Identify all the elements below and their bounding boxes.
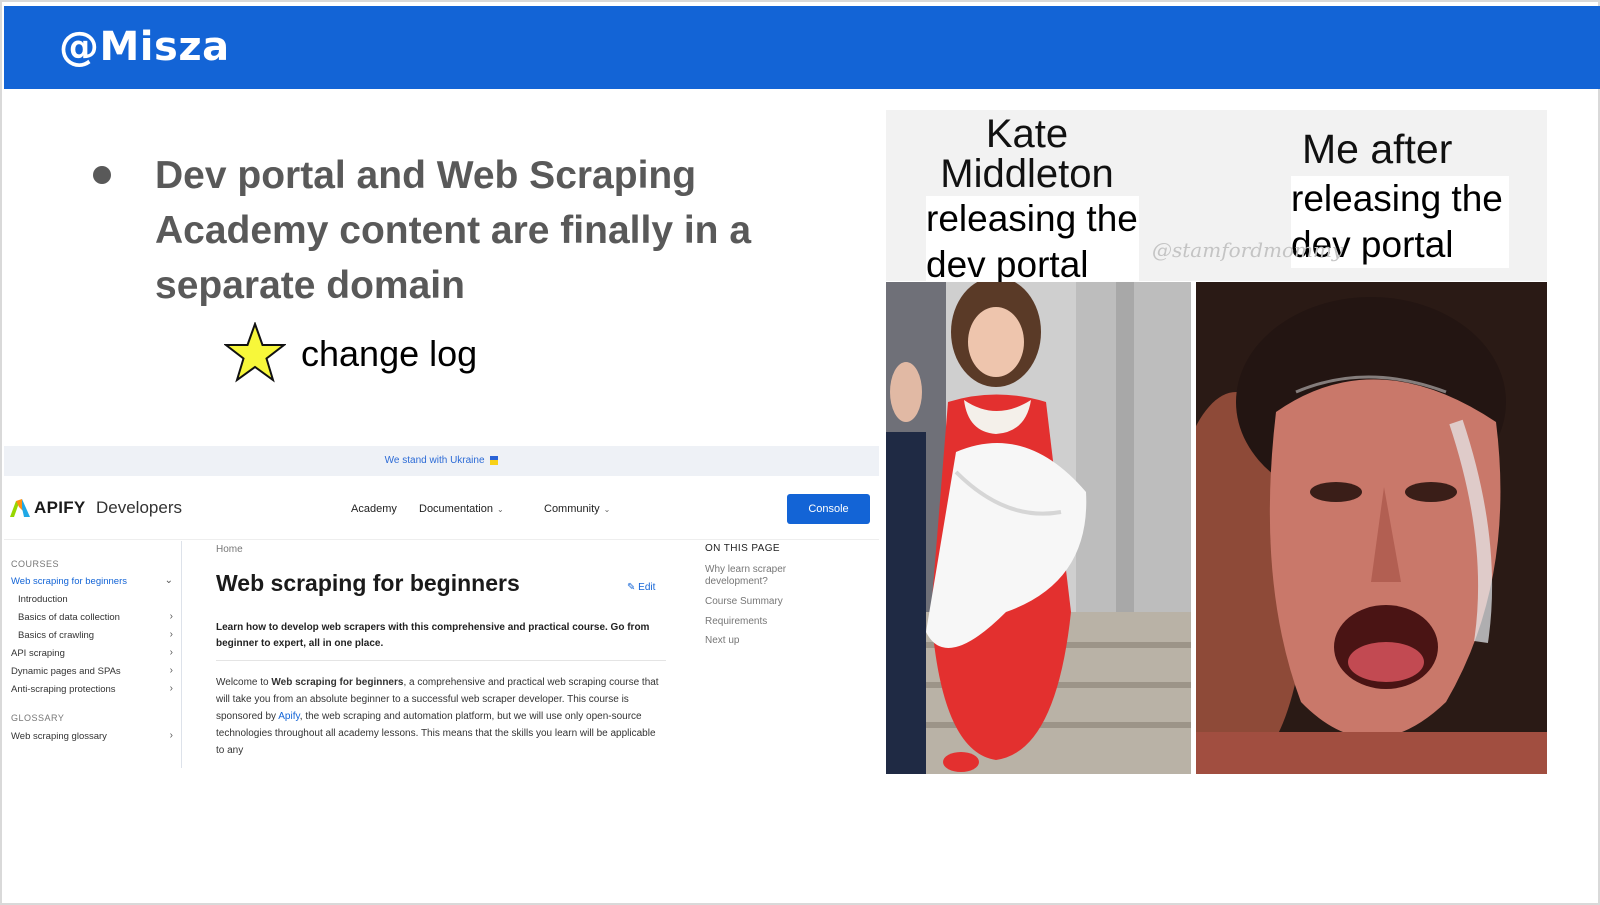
nav-documentation[interactable]: Documentation ⌄ xyxy=(419,503,504,515)
chevron-down-icon: ⌄ xyxy=(497,505,504,514)
edit-link[interactable]: ✎ Edit xyxy=(627,582,655,593)
banner-text[interactable]: We stand with Ukraine xyxy=(385,455,485,466)
sidebar-item-label: Basics of crawling xyxy=(18,630,95,641)
kate-photo xyxy=(886,282,1191,774)
logo-brand[interactable]: APIFY xyxy=(34,498,86,518)
sidebar-item-introduction[interactable]: Introduction xyxy=(18,594,173,605)
sidebar-item-label: Introduction xyxy=(18,594,68,605)
nav-community[interactable]: Community ⌄ xyxy=(544,503,610,515)
apify-logo-icon[interactable] xyxy=(9,498,31,518)
site-navbar: APIFY Developers Academy Documentation ⌄ … xyxy=(4,476,879,540)
chevron-right-icon: › xyxy=(169,611,173,622)
body-text-1: Welcome to xyxy=(216,677,272,688)
nav-academy[interactable]: Academy xyxy=(351,503,397,515)
sidebar-item-dynamic-pages[interactable]: Dynamic pages and SPAs › xyxy=(11,665,173,677)
body-bold-course: Web scraping for beginners xyxy=(271,677,404,688)
body-paragraph: Welcome to Web scraping for beginners, a… xyxy=(216,674,666,759)
meme-image: Kate Middleton releasing the dev portal … xyxy=(886,110,1547,774)
toc-item-requirements[interactable]: Requirements xyxy=(705,616,835,628)
nav-academy-label: Academy xyxy=(351,503,397,515)
apify-site-screenshot: We stand with Ukraine APIFY Developers A… xyxy=(4,446,879,768)
sidebar-item-label: Basics of data collection xyxy=(18,612,120,623)
nav-documentation-label: Documentation xyxy=(419,503,493,515)
chevron-right-icon: › xyxy=(169,629,173,640)
toc-heading: ON THIS PAGE xyxy=(705,543,781,554)
sidebar-item-label: Web scraping glossary xyxy=(11,731,107,742)
sidebar-item-label: Web scraping for beginners xyxy=(11,576,127,587)
sidebar-item-web-scraping-beginners[interactable]: Web scraping for beginners ⌄ xyxy=(11,575,173,587)
page-title: Web scraping for beginners xyxy=(216,570,520,596)
rocky-photo xyxy=(1196,282,1547,774)
star-icon xyxy=(224,322,286,383)
changelog-text: change log xyxy=(301,333,478,374)
edit-icon: ✎ xyxy=(627,582,636,593)
sidebar-heading-courses: COURSES xyxy=(11,559,60,569)
lead-paragraph: Learn how to develop web scrapers with t… xyxy=(216,622,650,649)
sidebar: COURSES Web scraping for beginners ⌄ Intr… xyxy=(4,541,182,768)
sidebar-item-label: API scraping xyxy=(11,648,65,659)
sidebar-item-glossary[interactable]: Web scraping glossary › xyxy=(11,730,173,742)
chevron-down-icon: ⌄ xyxy=(603,505,611,514)
sidebar-item-label: Anti-scraping protections xyxy=(11,684,116,695)
meme-me-caption: Me after xyxy=(1302,126,1453,172)
sidebar-item-label: Dynamic pages and SPAs xyxy=(11,666,121,677)
meme-left-caption: releasing the dev portal xyxy=(926,196,1139,288)
edit-label: Edit xyxy=(638,582,656,593)
divider xyxy=(216,660,666,661)
toc-item-why-learn[interactable]: Why learn scraper development? xyxy=(705,564,835,588)
sidebar-heading-glossary: GLOSSARY xyxy=(11,713,65,723)
nav-community-label: Community xyxy=(544,503,600,515)
sidebar-item-basics-data-collection[interactable]: Basics of data collection › xyxy=(18,611,173,623)
breadcrumb[interactable]: Home xyxy=(216,544,243,555)
chevron-right-icon: › xyxy=(169,730,173,741)
toc-item-next-up[interactable]: Next up xyxy=(705,635,835,647)
bullet-dot xyxy=(93,166,111,184)
console-button[interactable]: Console xyxy=(787,494,870,524)
chevron-right-icon: › xyxy=(169,683,173,694)
logo-suffix[interactable]: Developers xyxy=(96,498,182,518)
toc-item-course-summary[interactable]: Course Summary xyxy=(705,596,835,608)
slide: @Misza Dev portal and Web Scraping Acade… xyxy=(0,0,1600,905)
sidebar-item-api-scraping[interactable]: API scraping › xyxy=(11,647,173,659)
chevron-right-icon: › xyxy=(169,647,173,658)
ukraine-banner[interactable]: We stand with Ukraine xyxy=(4,446,879,476)
sidebar-item-basics-crawling[interactable]: Basics of crawling › xyxy=(18,629,173,641)
ukraine-heart-icon xyxy=(490,455,499,465)
header-title: @Misza xyxy=(59,24,230,70)
meme-kate-caption: Kate Middleton xyxy=(940,112,1114,196)
chevron-down-icon: ⌄ xyxy=(164,575,173,586)
slide-header: @Misza xyxy=(4,6,1600,89)
meme-watermark: @stamfordmommy xyxy=(1152,238,1344,262)
sidebar-item-anti-scraping[interactable]: Anti-scraping protections › xyxy=(11,683,173,695)
apify-link[interactable]: Apify xyxy=(278,711,300,722)
chevron-right-icon: › xyxy=(169,665,173,676)
bullet-text: Dev portal and Web Scraping Academy cont… xyxy=(155,154,752,307)
